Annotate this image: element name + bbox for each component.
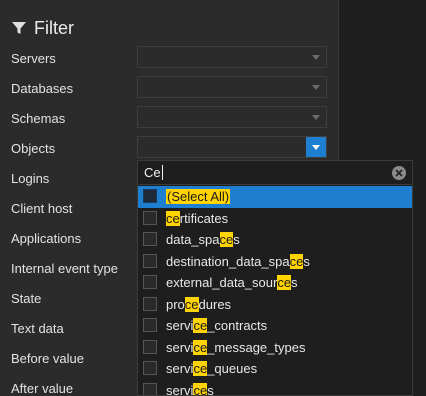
list-item[interactable]: data_spaces: [138, 229, 412, 251]
objects-search-input[interactable]: Ce: [139, 162, 411, 185]
label-databases: Databases: [11, 81, 74, 96]
checkbox[interactable]: [143, 361, 157, 375]
item-label: services: [166, 382, 214, 396]
checkbox[interactable]: [143, 232, 157, 246]
checkbox[interactable]: [143, 275, 157, 289]
list-item[interactable]: destination_data_spaces: [138, 251, 412, 273]
label-objects: Objects: [11, 141, 56, 156]
list-item[interactable]: service_queues: [138, 358, 412, 380]
item-label: certificates: [166, 210, 229, 226]
chevron-down-icon[interactable]: [306, 47, 326, 67]
chevron-down-icon[interactable]: [306, 137, 326, 157]
item-label: service_queues: [166, 361, 258, 377]
search-value: Ce: [144, 165, 163, 180]
label-servers: Servers: [11, 51, 56, 66]
checkbox[interactable]: [143, 253, 157, 268]
list-item[interactable]: external_data_sources: [138, 272, 412, 294]
checkbox[interactable]: [143, 189, 157, 203]
list-item[interactable]: certificates: [138, 208, 412, 230]
list-item[interactable]: procedures: [138, 294, 412, 316]
item-label: data_spaces: [166, 232, 240, 248]
checkbox[interactable]: [143, 318, 157, 332]
objects-list: (Select All) certificates data_spaces de…: [138, 186, 412, 396]
checkbox[interactable]: [143, 382, 157, 395]
item-label: service_message_types: [166, 339, 306, 355]
checkbox[interactable]: [143, 339, 157, 354]
checkbox[interactable]: [143, 210, 157, 225]
chevron-down-icon[interactable]: [306, 77, 326, 97]
item-label: service_contracts: [166, 318, 268, 334]
funnel-icon: [12, 22, 26, 34]
objects-combo[interactable]: [137, 136, 327, 158]
servers-combo[interactable]: [137, 46, 327, 68]
label-client-host: Client host: [11, 201, 73, 216]
databases-combo[interactable]: [137, 76, 327, 98]
label-applications: Applications: [11, 231, 82, 246]
label-after-value: After value: [11, 381, 74, 396]
label-before-value: Before value: [11, 351, 84, 366]
clear-search-icon[interactable]: [392, 166, 406, 180]
label-logins: Logins: [11, 171, 50, 186]
item-label: external_data_sources: [166, 275, 298, 291]
chevron-down-icon[interactable]: [306, 107, 326, 127]
list-item[interactable]: service_contracts: [138, 315, 412, 337]
list-item[interactable]: services: [138, 380, 412, 396]
label-text-data: Text data: [11, 321, 64, 336]
item-label: procedures: [166, 296, 232, 312]
list-item[interactable]: service_message_types: [138, 337, 412, 359]
item-label: destination_data_spaces: [166, 253, 310, 269]
filter-title: Filter: [34, 17, 74, 38]
item-label: (Select All): [166, 189, 231, 205]
schemas-combo[interactable]: [137, 106, 327, 128]
label-state: State: [11, 291, 42, 306]
list-item-select-all[interactable]: (Select All): [138, 186, 412, 208]
label-schemas: Schemas: [11, 111, 66, 126]
filter-header: Filter: [12, 15, 74, 41]
checkbox[interactable]: [143, 296, 157, 311]
label-internal-event-type: Internal event type: [11, 261, 118, 276]
objects-dropdown: Ce (Select All) certificates data_spaces…: [137, 160, 413, 396]
